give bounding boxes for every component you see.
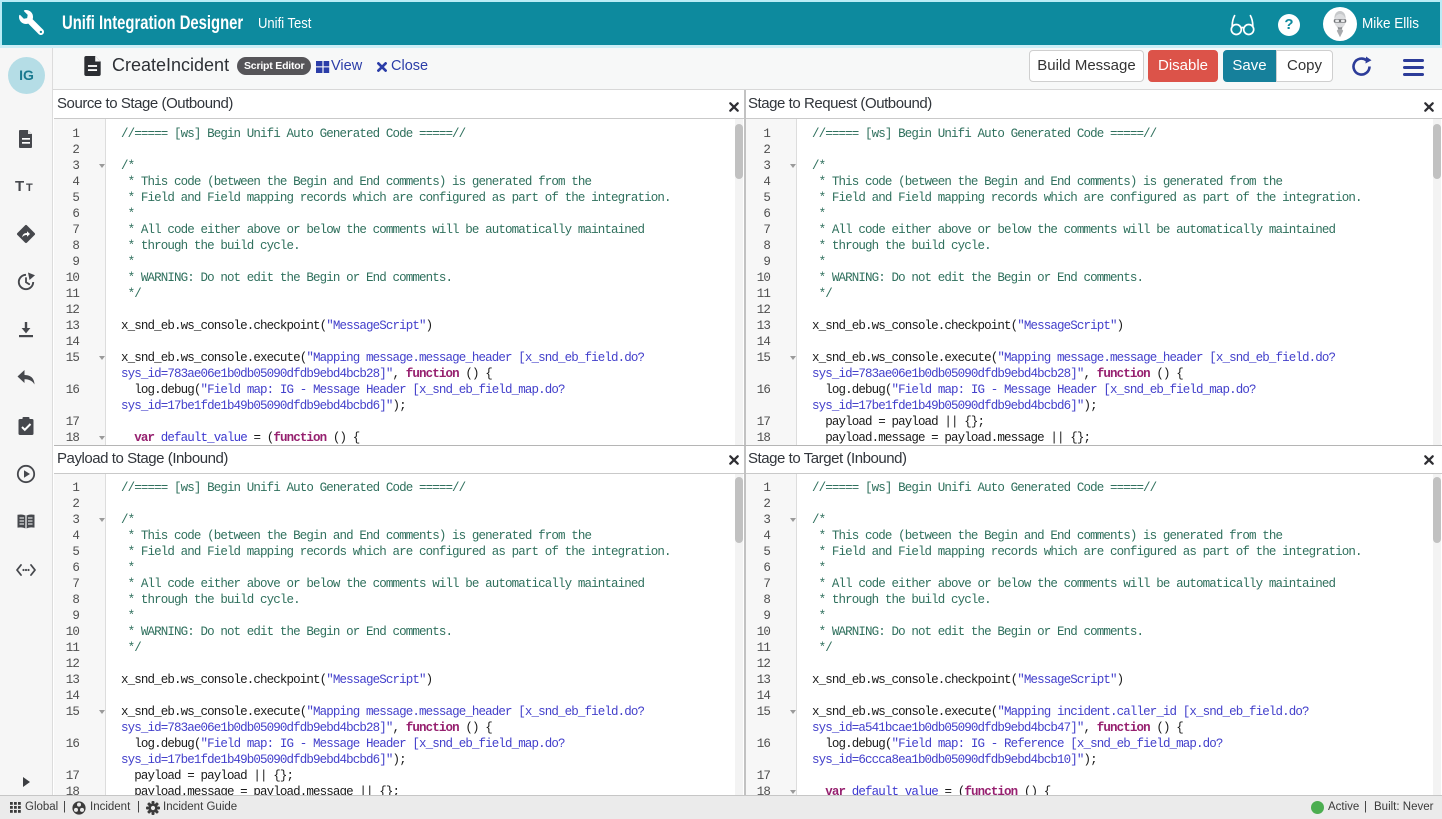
svg-text:T: T <box>26 182 33 194</box>
svg-text:T: T <box>15 178 24 195</box>
